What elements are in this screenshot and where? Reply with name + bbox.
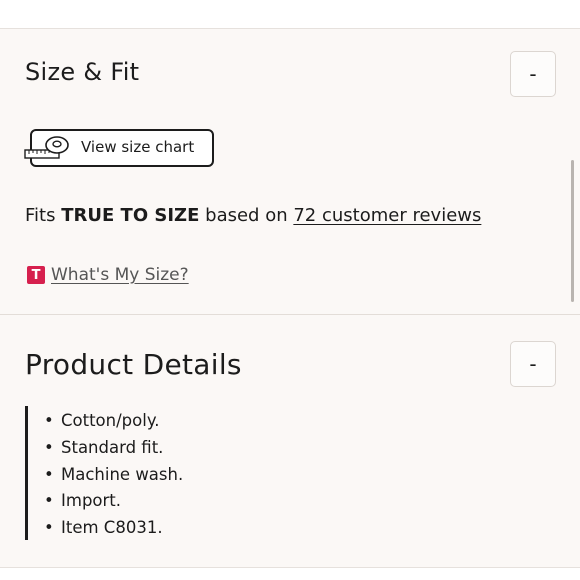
product-details-list: • Cotton/poly. • Standard fit. • Machine wa… — [44, 410, 183, 544]
details-accent-bar — [25, 406, 28, 540]
list-item: • Standard fit. — [44, 437, 164, 457]
fit-summary: Fits TRUE TO SIZE based on 72 customer r… — [25, 205, 481, 226]
list-item: • Item C8031. — [44, 518, 163, 538]
size-fit-collapse-button[interactable]: - — [510, 51, 556, 97]
section-divider — [0, 314, 580, 315]
list-item: • Cotton/poly. — [44, 411, 160, 430]
product-details-title: Product Details — [25, 348, 242, 381]
tape-measure-icon — [24, 136, 69, 159]
list-item: • Machine wash. — [44, 464, 184, 484]
scrollbar[interactable] — [571, 160, 574, 302]
fit-middle: based on — [205, 205, 288, 226]
customer-reviews-link[interactable]: 72 customer reviews — [293, 205, 481, 226]
list-item: • Import. — [44, 491, 122, 511]
fit-value: TRUE TO SIZE — [61, 205, 200, 226]
brand-t-icon: T — [27, 266, 45, 284]
view-size-chart-label: View size chart — [81, 138, 195, 156]
size-fit-title: Size & Fit — [25, 58, 140, 86]
product-details-collapse-button[interactable]: - — [510, 341, 556, 387]
page: Size & Fit - View size chart Fits TRUE T… — [0, 0, 580, 580]
fit-prefix: Fits — [25, 205, 56, 226]
whats-my-size-link[interactable]: What's My Size? — [51, 265, 189, 285]
